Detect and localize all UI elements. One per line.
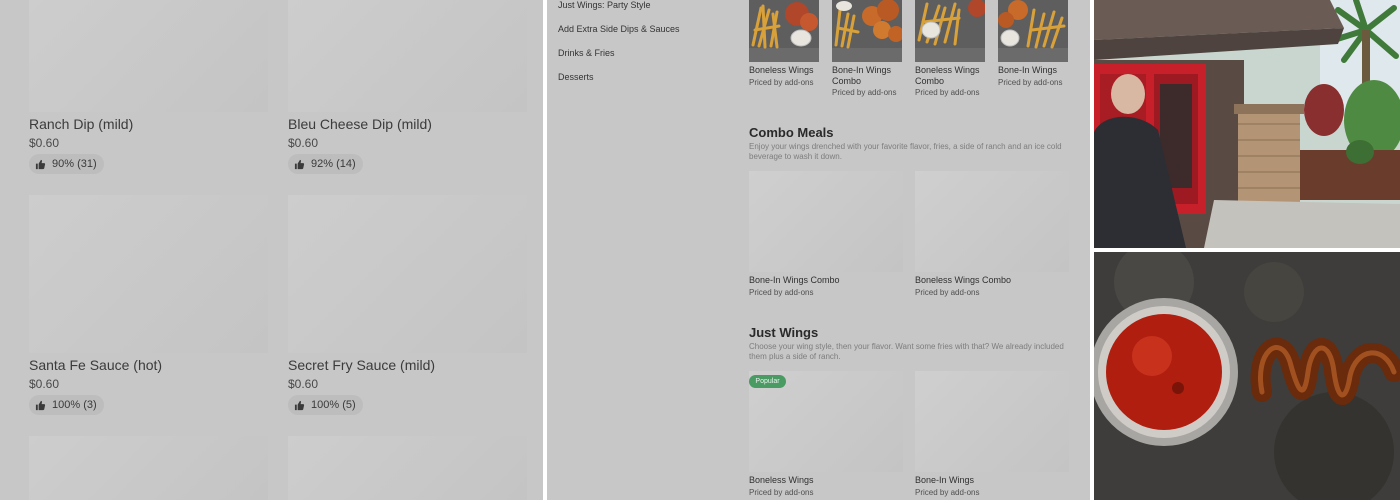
item-name[interactable]: Bone-In Wings: [998, 65, 1073, 76]
item-name[interactable]: Bone-In Wings Combo: [749, 275, 899, 286]
rating-text: 92% (14): [311, 158, 356, 170]
dips-panel: Ranch Dip (mild) $0.60 90% (31) Bleu Che…: [0, 0, 543, 500]
popular-badge: Popular: [749, 375, 786, 388]
dip-name[interactable]: Bleu Cheese Dip (mild): [288, 116, 432, 132]
item-price-note: Priced by add-ons: [915, 488, 980, 497]
rating-badge: 90% (31): [29, 154, 104, 174]
dip-image-santa-fe[interactable]: [29, 195, 268, 353]
menu-panel: Just Wings: Party Style Add Extra Side D…: [547, 0, 1090, 500]
food-photo-boneless-combo[interactable]: [915, 0, 985, 62]
item-price-note: Priced by add-ons: [749, 78, 814, 87]
thumbs-up-icon: [294, 400, 305, 410]
item-name[interactable]: Boneless Wings: [749, 475, 899, 486]
nav-item-drinks-fries[interactable]: Drinks & Fries: [558, 48, 615, 58]
rating-text: 100% (5): [311, 399, 356, 411]
dip-price: $0.60: [29, 136, 60, 150]
dip-image[interactable]: [288, 436, 527, 500]
dip-price: $0.60: [288, 377, 319, 391]
item-price-note: Priced by add-ons: [749, 488, 814, 497]
rating-text: 100% (3): [52, 399, 97, 411]
dip-name[interactable]: Santa Fe Sauce (hot): [29, 357, 162, 373]
dip-name[interactable]: Secret Fry Sauce (mild): [288, 357, 435, 373]
item-name[interactable]: Bone-In Wings Combo: [832, 65, 907, 87]
thumbs-up-icon: [35, 159, 46, 169]
dip-name[interactable]: Ranch Dip (mild): [29, 116, 133, 132]
section-title-combo-meals: Combo Meals: [749, 125, 834, 140]
food-photo-boneless-wings[interactable]: [749, 0, 819, 62]
dip-price: $0.60: [29, 377, 60, 391]
item-name[interactable]: Boneless Wings Combo: [915, 65, 990, 87]
item-price-note: Priced by add-ons: [998, 78, 1063, 87]
rating-badge: 100% (5): [288, 395, 363, 415]
thumbs-up-icon: [35, 400, 46, 410]
food-photo-bone-in-wings[interactable]: [998, 0, 1068, 62]
rating-badge: 100% (3): [29, 395, 104, 415]
item-image[interactable]: [915, 171, 1069, 272]
nav-item-party-style[interactable]: Just Wings: Party Style: [558, 0, 651, 10]
item-price-note: Priced by add-ons: [915, 288, 980, 297]
thumbs-up-icon: [294, 159, 305, 169]
item-price-note: Priced by add-ons: [915, 88, 980, 97]
item-name[interactable]: Bone-In Wings: [915, 475, 1065, 486]
item-price-note: Priced by add-ons: [832, 88, 897, 97]
item-name[interactable]: Boneless Wings: [749, 65, 824, 76]
dip-price: $0.60: [288, 136, 319, 150]
dip-image[interactable]: [29, 436, 268, 500]
section-description: Choose your wing style, then your flavor…: [749, 342, 1064, 361]
dip-image-bleu-cheese[interactable]: [288, 0, 527, 112]
item-image[interactable]: [915, 371, 1069, 472]
rating-badge: 92% (14): [288, 154, 363, 174]
item-image[interactable]: [749, 171, 903, 272]
section-title-just-wings: Just Wings: [749, 325, 819, 340]
rating-text: 90% (31): [52, 158, 97, 170]
dip-image-ranch[interactable]: [29, 0, 268, 112]
section-description: Enjoy your wings drenched with your favo…: [749, 142, 1062, 161]
photo-panel: [1094, 0, 1400, 500]
nav-item-desserts[interactable]: Desserts: [558, 72, 594, 82]
storefront-photo: [1094, 0, 1400, 248]
item-name[interactable]: Boneless Wings Combo: [915, 275, 1065, 286]
food-photo-bone-in-combo[interactable]: [832, 0, 902, 62]
dip-image-secret-fry[interactable]: [288, 195, 527, 353]
sauce-photo: [1094, 252, 1400, 500]
item-price-note: Priced by add-ons: [749, 288, 814, 297]
nav-item-side-dips[interactable]: Add Extra Side Dips & Sauces: [558, 24, 680, 34]
